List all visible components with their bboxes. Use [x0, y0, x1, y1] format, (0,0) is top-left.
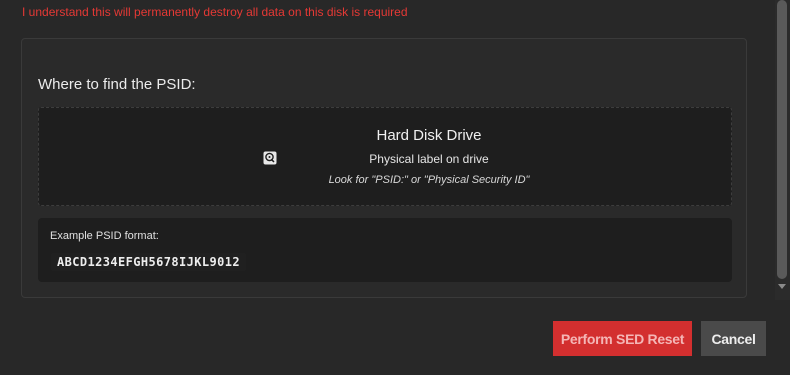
- scrollbar-thumb[interactable]: [777, 0, 787, 279]
- psid-panel-title: Where to find the PSID:: [38, 76, 196, 93]
- psid-example-label: Example PSID format:: [50, 230, 159, 242]
- psid-lookup-hint: Look for "PSID:" or "Physical Security I…: [328, 174, 530, 186]
- vertical-scrollbar[interactable]: [775, 0, 790, 300]
- hard-disk-drive-card: Hard Disk Drive Physical label on drive …: [38, 107, 732, 206]
- psid-info-panel: Where to find the PSID: Hard Disk Drive …: [21, 38, 747, 298]
- cancel-button[interactable]: Cancel: [701, 321, 766, 356]
- psid-example-value: ABCD1234EFGH5678IJKL9012: [51, 253, 246, 271]
- perform-sed-reset-button[interactable]: Perform SED Reset: [553, 321, 692, 356]
- drive-label-location: Physical label on drive: [369, 152, 489, 166]
- psid-example-box: Example PSID format: ABCD1234EFGH5678IJK…: [38, 218, 732, 282]
- scroll-down-arrow-icon[interactable]: [778, 284, 786, 289]
- confirm-error-message: I understand this will permanently destr…: [22, 5, 408, 19]
- hard-disk-icon: [263, 151, 277, 165]
- drive-type-title: Hard Disk Drive: [376, 127, 482, 144]
- sed-reset-dialog: I understand this will permanently destr…: [0, 0, 790, 375]
